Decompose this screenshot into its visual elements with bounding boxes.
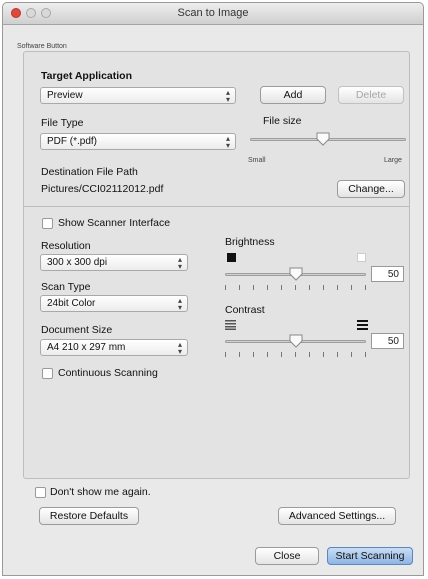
slider-tick [323, 285, 324, 290]
slider-tick [295, 285, 296, 290]
slider-tick [337, 285, 338, 290]
add-button[interactable]: Add [260, 86, 326, 104]
target-application-value: Preview [47, 90, 83, 101]
change-button[interactable]: Change... [337, 180, 405, 198]
slider-tick [239, 285, 240, 290]
slider-tick [309, 285, 310, 290]
software-button-panel: Target Application Preview ▴ ▾ Add Delete… [23, 51, 410, 479]
window-title: Scan to Image [177, 7, 249, 19]
dont-show-again-checkbox[interactable] [35, 487, 46, 498]
file-type-label: File Type [41, 117, 84, 129]
slider-tick [365, 285, 366, 290]
resolution-label: Resolution [41, 240, 91, 252]
slider-tick [225, 285, 226, 290]
slider-tick [267, 352, 268, 357]
contrast-label: Contrast [225, 304, 265, 316]
slider-tick [323, 352, 324, 357]
scan-type-label: Scan Type [41, 281, 91, 293]
contrast-value-field[interactable]: 50 [371, 333, 404, 349]
light-square-icon [357, 253, 366, 262]
resolution-select[interactable]: 300 x 300 dpi ▴ ▾ [40, 254, 188, 271]
scan-type-value: 24bit Color [47, 298, 96, 309]
brightness-value-field[interactable]: 50 [371, 266, 404, 282]
slider-tick [295, 352, 296, 357]
slider-tick [309, 352, 310, 357]
brightness-ticks [225, 285, 366, 290]
slider-tick [351, 352, 352, 357]
dark-square-icon [227, 253, 236, 262]
slider-tick [281, 352, 282, 357]
file-type-select[interactable]: PDF (*.pdf) ▴ ▾ [40, 133, 236, 150]
title-bar[interactable]: Scan to Image [3, 3, 423, 25]
contrast-ticks [225, 352, 366, 357]
document-size-value: A4 210 x 297 mm [47, 342, 126, 353]
continuous-scanning-checkbox[interactable] [42, 368, 53, 379]
high-contrast-icon [357, 320, 368, 330]
updown-arrows-icon: ▴ ▾ [225, 88, 230, 104]
show-scanner-interface-label: Show Scanner Interface [58, 217, 171, 229]
target-application-label: Target Application [41, 70, 133, 82]
scan-type-select[interactable]: 24bit Color ▴ ▾ [40, 295, 188, 312]
target-application-select[interactable]: Preview ▴ ▾ [40, 87, 236, 104]
slider-tick [337, 352, 338, 357]
show-scanner-interface-checkbox[interactable] [42, 218, 53, 229]
destination-path-label: Destination File Path [41, 166, 138, 178]
slider-tick [351, 285, 352, 290]
resolution-value: 300 x 300 dpi [47, 257, 108, 268]
continuous-scanning-label: Continuous Scanning [58, 367, 158, 379]
slider-tick [239, 352, 240, 357]
dont-show-again-label: Don't show me again. [50, 486, 151, 498]
slider-tick [253, 352, 254, 357]
delete-button[interactable]: Delete [338, 86, 404, 104]
slider-tick [267, 285, 268, 290]
file-size-small-label: Small [248, 157, 266, 164]
start-scanning-button[interactable]: Start Scanning [327, 547, 413, 565]
divider [24, 206, 409, 207]
document-size-label: Document Size [41, 324, 113, 336]
contrast-slider-thumb[interactable] [289, 334, 303, 348]
updown-arrows-icon: ▴ ▾ [177, 340, 182, 356]
updown-arrows-icon: ▴ ▾ [225, 134, 230, 150]
brightness-slider-thumb[interactable] [289, 267, 303, 281]
document-size-select[interactable]: A4 210 x 297 mm ▴ ▾ [40, 339, 188, 356]
restore-defaults-button[interactable]: Restore Defaults [39, 507, 139, 525]
file-size-slider-thumb[interactable] [316, 132, 330, 146]
file-type-value: PDF (*.pdf) [47, 136, 98, 147]
scan-to-image-window: Scan to Image Software Button Target App… [2, 2, 424, 576]
slider-tick [281, 285, 282, 290]
file-size-label: File size [263, 115, 302, 127]
slider-tick [225, 352, 226, 357]
low-contrast-icon [225, 320, 236, 330]
brightness-label: Brightness [225, 236, 275, 248]
slider-tick [253, 285, 254, 290]
advanced-settings-button[interactable]: Advanced Settings... [278, 507, 396, 525]
close-button[interactable]: Close [255, 547, 319, 565]
group-label: Software Button [17, 43, 67, 50]
updown-arrows-icon: ▴ ▾ [177, 255, 182, 271]
file-size-large-label: Large [384, 157, 402, 164]
updown-arrows-icon: ▴ ▾ [177, 296, 182, 312]
slider-tick [365, 352, 366, 357]
destination-path-value: Pictures/CCI02112012.pdf [41, 183, 164, 195]
